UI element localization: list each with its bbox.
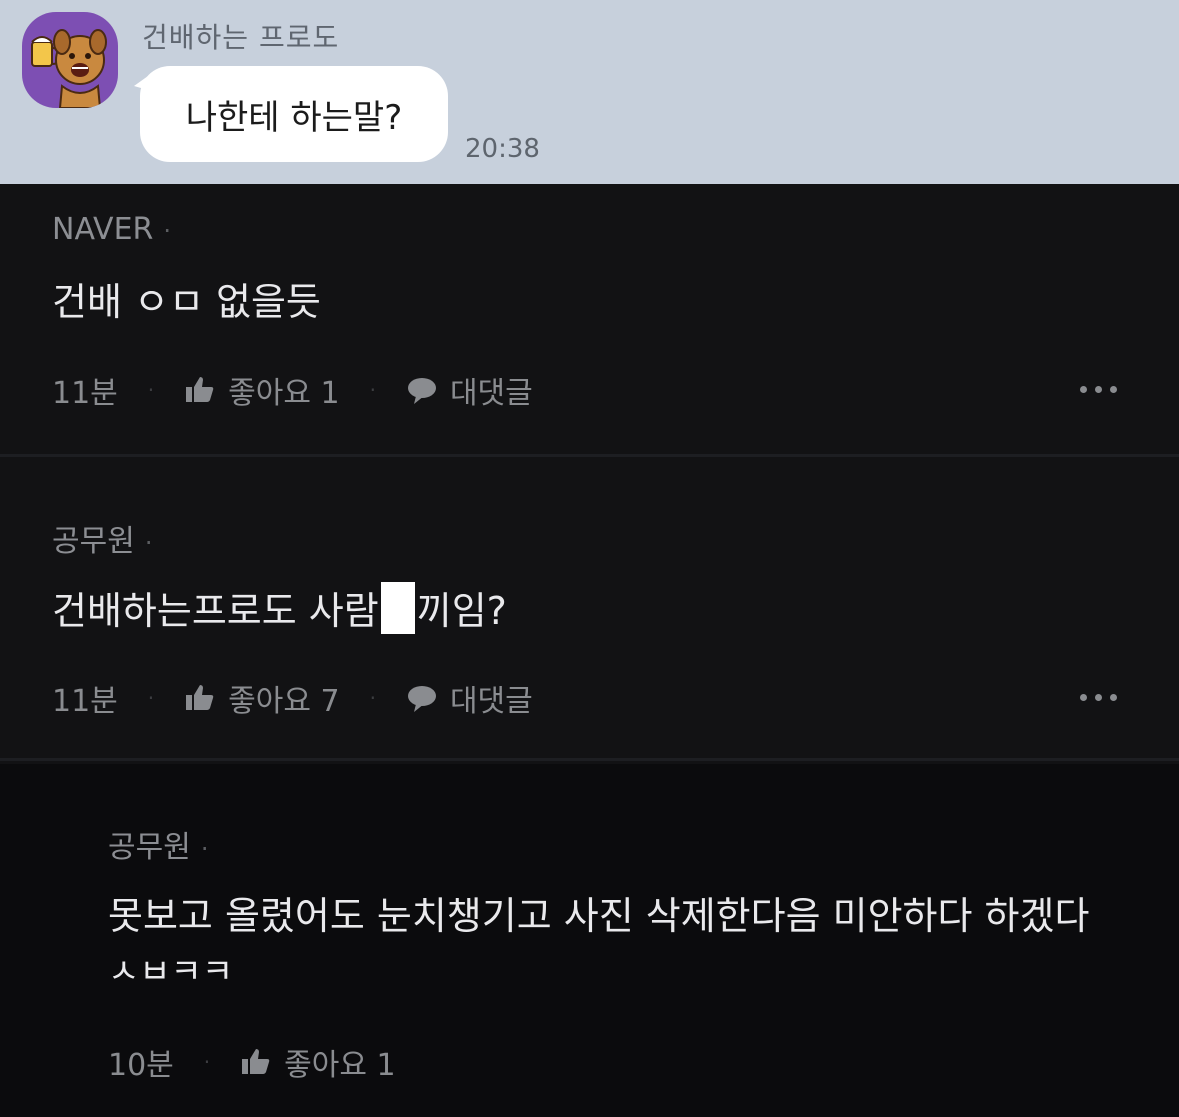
separator-dot: · bbox=[147, 686, 155, 710]
comment-author-name: 공무원 bbox=[52, 524, 135, 559]
message-time: 20:38 bbox=[465, 134, 540, 164]
comment-text: 건배 ㅇㅁ 없을듯 bbox=[52, 280, 321, 324]
message-text: 나한테 하는말? bbox=[185, 97, 403, 138]
comment-text-start: 건배하는프로도 사람 bbox=[52, 589, 379, 633]
comment-text: 건배하는프로도 사람 끼임? bbox=[52, 582, 507, 639]
comment-text-line2: ㅅㅂㅋㅋ bbox=[108, 952, 234, 992]
thumbs-up-icon[interactable] bbox=[184, 374, 216, 406]
comment-author-name: 공무원 bbox=[108, 830, 191, 865]
beer-character-avatar-icon bbox=[31, 29, 107, 108]
like-button[interactable]: 좋아요 1 bbox=[228, 368, 339, 412]
comment-author-name: NAVER bbox=[52, 212, 154, 247]
reply-button[interactable]: 대댓글 bbox=[450, 368, 533, 412]
comment-author[interactable]: 공무원 · bbox=[108, 822, 208, 866]
more-dots-icon[interactable] bbox=[1080, 694, 1117, 701]
comment-time: 11분 bbox=[52, 376, 118, 411]
separator-dot: · bbox=[200, 835, 209, 863]
separator-dot: · bbox=[203, 1050, 211, 1074]
chat-panel: 건배하는 프로도 나한테 하는말? 20:38 bbox=[0, 0, 1179, 184]
comment-time: 11분 bbox=[52, 684, 118, 719]
separator-dot: · bbox=[369, 378, 376, 402]
speech-bubble-icon[interactable] bbox=[406, 374, 438, 406]
comment-time: 10분 bbox=[108, 1048, 174, 1083]
comment-author[interactable]: NAVER · bbox=[52, 212, 171, 247]
comment-divider bbox=[0, 758, 1179, 761]
like-button[interactable]: 좋아요 1 bbox=[284, 1040, 395, 1084]
comment-meta: 11분 · 좋아요 1 · 대댓글 bbox=[52, 368, 533, 412]
thumbs-up-icon[interactable] bbox=[240, 1046, 272, 1078]
separator-dot: · bbox=[147, 378, 155, 402]
thumbs-up-icon[interactable] bbox=[184, 682, 216, 714]
comment-author[interactable]: 공무원 · bbox=[52, 516, 152, 560]
reply-comment-item: 공무원 · 못보고 올렸어도 눈치챙기고 사진 삭제한다음 미안하다 하겠다 ㅅㅂ… bbox=[0, 764, 1179, 1117]
comment-meta: 10분 · 좋아요 1 bbox=[108, 1040, 396, 1084]
more-dots-icon[interactable] bbox=[1080, 386, 1117, 393]
comment-item: 공무원 · 건배하는프로도 사람 끼임? 11분 · 좋아요 7 · 대댓글 bbox=[0, 458, 1179, 758]
comment-item: NAVER · 건배 ㅇㅁ 없을듯 11분 · 좋아요 1 · 대댓글 bbox=[0, 186, 1179, 454]
reply-button[interactable]: 대댓글 bbox=[450, 676, 533, 720]
separator-dot: · bbox=[163, 217, 172, 245]
speech-bubble-icon[interactable] bbox=[406, 682, 438, 714]
redaction-block bbox=[380, 582, 415, 634]
comment-meta: 11분 · 좋아요 7 · 대댓글 bbox=[52, 676, 533, 720]
comment-text-end: 끼임? bbox=[416, 589, 507, 633]
comment-text-line1: 못보고 올렸어도 눈치챙기고 사진 삭제한다음 미안하다 하겠다 bbox=[108, 894, 1090, 938]
message-bubble[interactable]: 나한테 하는말? bbox=[134, 66, 448, 162]
separator-dot: · bbox=[144, 529, 153, 557]
sender-name: 건배하는 프로도 bbox=[142, 21, 340, 54]
separator-dot: · bbox=[369, 686, 376, 710]
sender-avatar[interactable] bbox=[22, 12, 118, 108]
comment-divider bbox=[0, 454, 1179, 457]
like-button[interactable]: 좋아요 7 bbox=[228, 676, 339, 720]
